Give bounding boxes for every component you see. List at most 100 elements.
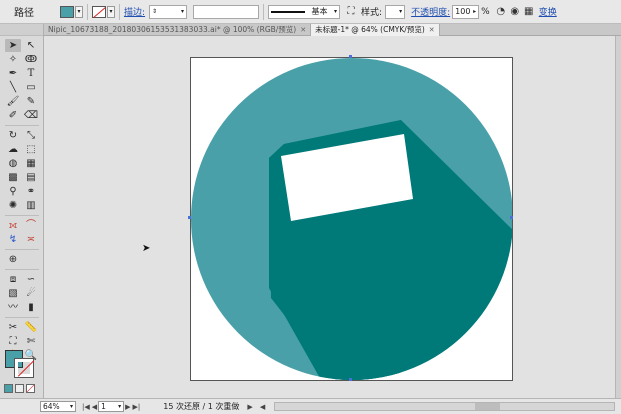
scissors-tool-icon[interactable]: ✄ [23, 335, 39, 348]
target-tool-icon[interactable]: ⊕ [5, 253, 21, 266]
tab-nipic-document[interactable]: Nipic_10673188_20180306153531383033.ai* … [44, 24, 312, 36]
opacity-panel-link[interactable]: 不透明度: [411, 5, 450, 18]
width-tool-icon[interactable]: ⟗ [5, 219, 21, 232]
zoom-value: 64% [43, 402, 60, 411]
symbol-sprayer-tool-icon[interactable]: ✺ [5, 199, 21, 212]
direct-selection-tool-icon[interactable]: ↖ [23, 39, 39, 52]
crop-tool-icon[interactable]: ⛶ [5, 335, 21, 348]
graph-tool-icon[interactable]: 〰 [5, 301, 21, 314]
eraser-tool-icon[interactable]: ⌫ [23, 109, 39, 122]
symbol-shifter-tool-icon[interactable]: ☄ [23, 287, 39, 300]
artboard[interactable] [190, 57, 513, 381]
measure-tool-icon[interactable]: 📏 [23, 321, 39, 334]
knife-tool-icon[interactable]: ✂ [5, 321, 21, 334]
artwork[interactable] [191, 58, 512, 380]
line-tool-icon[interactable]: ╲ [5, 81, 21, 94]
anchor-tool-icon[interactable]: ↯ [5, 233, 21, 246]
shape-builder-tool-icon[interactable]: ◍ [5, 157, 21, 170]
lasso-tool-icon[interactable]: ↂ [23, 53, 39, 66]
anchor-point-bottom[interactable] [349, 378, 352, 381]
chevron-down-icon[interactable]: ▾ [334, 8, 337, 15]
mesh-tool-icon[interactable]: ▩ [5, 171, 21, 184]
gradient-mode-icon[interactable] [15, 384, 24, 393]
rotate-tool-icon[interactable]: ↻ [5, 129, 21, 142]
artboard-number: 1 [101, 402, 106, 411]
vertical-scrollbar[interactable] [615, 36, 621, 398]
last-artboard-icon[interactable]: ▶| [133, 403, 141, 411]
selection-type-label: 路径 [14, 8, 34, 19]
divider [5, 317, 39, 318]
artboard-number-field[interactable]: 1 ▾ [98, 401, 125, 412]
type-tool-icon[interactable]: T [23, 67, 39, 80]
next-artboard-icon[interactable]: ▶ [125, 403, 130, 411]
warp-tool-icon[interactable]: ☁ [5, 143, 21, 156]
zoom-field[interactable]: 64% ▾ [40, 401, 76, 412]
graphic-style-icon[interactable]: ⛶ [344, 5, 358, 19]
variable-width-field[interactable] [193, 4, 260, 19]
previous-artboard-icon[interactable]: ◀ [92, 403, 97, 411]
stepper-icon[interactable]: ⇕ [152, 8, 157, 15]
bar-graph-tool-icon[interactable]: ▮ [23, 301, 39, 314]
blend-tool-icon[interactable]: ⚭ [23, 185, 39, 198]
stroke-dropdown-icon[interactable]: ▾ [107, 5, 115, 18]
close-icon[interactable]: ✕ [300, 24, 306, 36]
chevron-down-icon[interactable]: ▾ [70, 403, 73, 410]
none-slash [93, 6, 106, 18]
color-mode-buttons [4, 384, 35, 393]
color-mode-icon[interactable] [4, 384, 13, 393]
document-setup-icon[interactable]: ◉ [508, 5, 522, 19]
canvas-area[interactable]: ➤ [44, 36, 621, 398]
brush-definition-field[interactable]: 基本 ▾ [268, 4, 341, 19]
stroke-weight-field[interactable]: ⇕ ▾ [149, 4, 188, 19]
rectangle-tool-icon[interactable]: ▭ [23, 81, 39, 94]
control-bar: 路径 ▾ ▾ 描边: ⇕ ▾ 基本 ▾ ⛶ 样式: ▾ 不透明度: 100 ▸ [0, 0, 621, 24]
anchor-point-top[interactable] [349, 55, 352, 58]
gradient-tool-icon[interactable]: ▤ [23, 171, 39, 184]
first-artboard-icon[interactable]: |◀ [82, 403, 90, 411]
pencil-tool-icon[interactable]: ✎ [23, 95, 39, 108]
puppet-warp-tool-icon[interactable]: ∽ [23, 273, 39, 286]
fill-stroke-widget[interactable] [5, 350, 39, 380]
opacity-value: 100 [455, 7, 471, 16]
recolor-artwork-icon[interactable]: ◔ [494, 5, 508, 19]
blob-brush-tool-icon[interactable]: ✐ [5, 109, 21, 122]
selection-tool-icon[interactable]: ➤ [5, 39, 21, 52]
chevron-down-icon[interactable]: ▾ [118, 403, 121, 410]
perspective-grid-tool-icon[interactable]: ▦ [23, 157, 39, 170]
tab-untitled-1[interactable]: 未标题-1* @ 64% (CMYK/预览) ✕ [311, 24, 440, 36]
chevron-down-icon[interactable]: ▸ [473, 8, 476, 15]
chevron-down-icon[interactable]: ▾ [399, 8, 402, 15]
tools-panel: ➤ ↖ ✧ ↂ ✒ T ╲ ▭ 🖌 ✎ ✐ ⌫ ↻ ⤡ ☁ ⬚ ◍ ▦ ▩ ▤ … [0, 24, 44, 398]
curvature-tool-icon[interactable]: ⌒ [23, 219, 39, 232]
eyedropper-tool-icon[interactable]: ⚲ [5, 185, 21, 198]
column-graph-tool-icon[interactable]: ▥ [23, 199, 39, 212]
slice-tool-icon[interactable]: ▧ [5, 287, 21, 300]
align-grid-icon[interactable]: ▦ [522, 5, 536, 19]
paintbrush-tool-icon[interactable]: 🖌 [5, 95, 21, 108]
divider [87, 3, 88, 20]
status-menu-icon[interactable]: ▶ [247, 403, 252, 411]
fill-dropdown-icon[interactable]: ▾ [75, 5, 83, 18]
free-transform-tool-icon[interactable]: ⬚ [23, 143, 39, 156]
scrollbar-thumb[interactable] [475, 403, 501, 410]
close-icon[interactable]: ✕ [429, 24, 435, 36]
transform-panel-link[interactable]: 变换 [539, 5, 557, 18]
pen-tool-icon[interactable]: ✒ [5, 67, 21, 80]
stroke-panel-link[interactable]: 描边: [124, 5, 145, 18]
anchor-point-left[interactable] [188, 216, 191, 219]
opacity-field[interactable]: 100 ▸ [452, 4, 480, 19]
horizontal-scrollbar[interactable] [274, 402, 615, 411]
scroll-left-icon[interactable]: ◀ [260, 403, 265, 411]
artboard-tool-icon[interactable]: ⧈ [5, 273, 21, 286]
fill-color-swatch[interactable] [60, 5, 74, 18]
tools-panel-grip[interactable] [0, 24, 43, 36]
none-mode-icon[interactable] [26, 384, 35, 393]
stroke-none-swatch[interactable] [92, 5, 106, 18]
join-tool-icon[interactable]: ≍ [23, 233, 39, 246]
stroke-color-box[interactable] [14, 358, 34, 378]
graphic-style-swatch[interactable]: ▾ [385, 4, 406, 19]
anchor-point-right[interactable] [510, 216, 513, 219]
chevron-down-icon[interactable]: ▾ [181, 8, 184, 15]
scale-tool-icon[interactable]: ⤡ [23, 129, 39, 142]
magic-wand-tool-icon[interactable]: ✧ [5, 53, 21, 66]
